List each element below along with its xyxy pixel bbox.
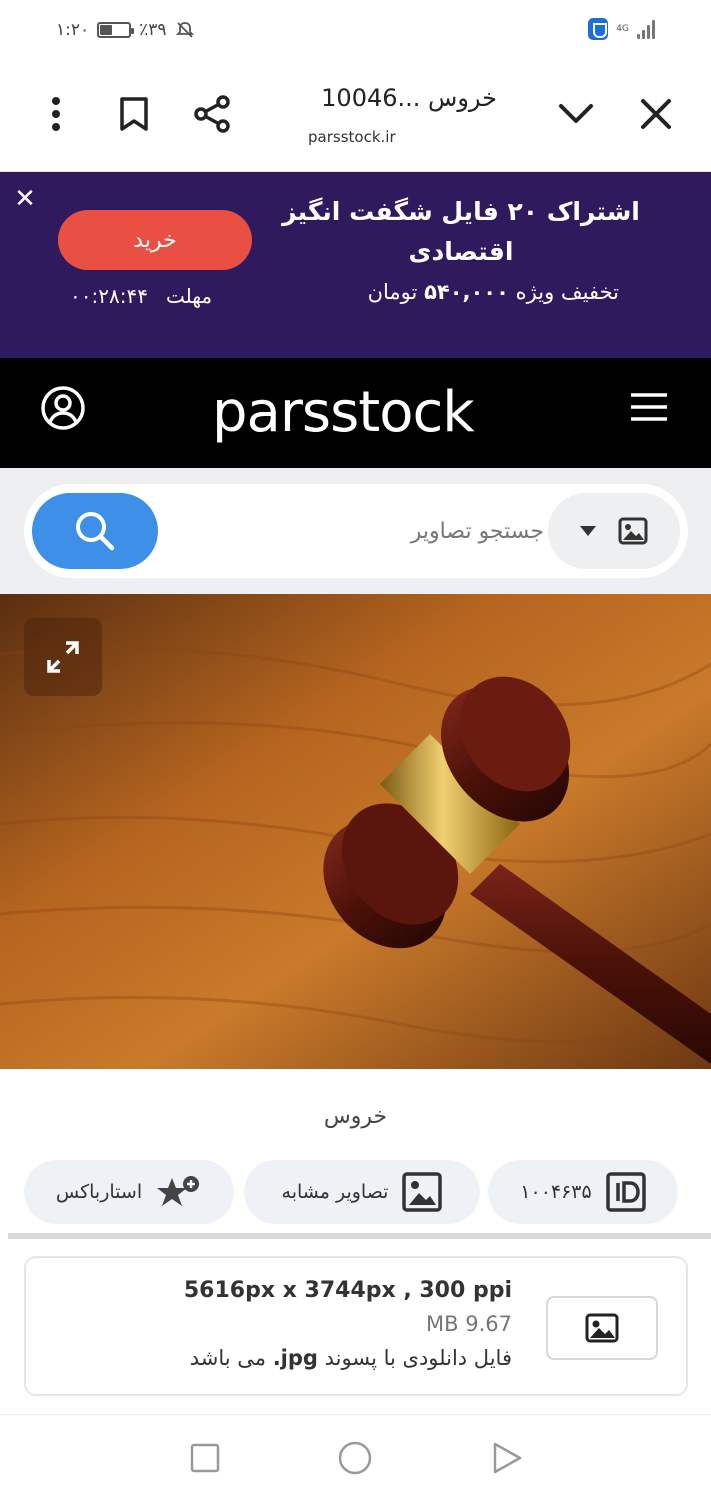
image-id-chip: ۱۰۰۴۶۳۵ xyxy=(488,1160,678,1224)
image-icon xyxy=(585,1313,619,1343)
share-icon[interactable] xyxy=(190,92,234,136)
battery-percent: ٪۳۹ xyxy=(139,20,167,40)
promo-price-unit: تومان xyxy=(367,280,418,304)
status-bar: ۱:۲۰ ٪۳۹ 4G xyxy=(0,0,711,62)
starbox-label: استارباکس xyxy=(55,1181,143,1203)
star-plus-icon xyxy=(157,1176,200,1206)
status-left: ۱:۲۰ ٪۳۹ xyxy=(56,20,195,40)
status-right: 4G xyxy=(588,18,655,40)
expand-icon[interactable] xyxy=(24,618,102,696)
close-icon[interactable] xyxy=(634,92,678,136)
starbox-button[interactable]: استارباکس xyxy=(24,1160,234,1224)
hamburger-menu-icon[interactable] xyxy=(631,392,667,422)
system-nav-bar xyxy=(0,1414,711,1500)
download-option-button[interactable] xyxy=(546,1296,658,1360)
status-time: ۱:۲۰ xyxy=(56,20,90,40)
image-title: خروس xyxy=(323,1104,388,1129)
promo-banner: ✕ اشتراک ۲۰ فایل شگفت انگیز اقتصادی خرید… xyxy=(0,172,711,358)
file-size: MB 9.67 xyxy=(426,1312,512,1336)
vpn-shield-icon xyxy=(588,18,609,40)
file-ext-value: jpg. xyxy=(272,1346,318,1370)
user-account-icon[interactable] xyxy=(40,385,86,431)
buy-button[interactable]: خرید xyxy=(58,210,252,270)
site-header: parsstock xyxy=(0,358,711,468)
file-ext-after: می باشد xyxy=(189,1346,266,1370)
battery-fill xyxy=(100,25,112,35)
stock-photo[interactable] xyxy=(0,594,711,1069)
battery-icon xyxy=(97,22,135,38)
bell-off-icon xyxy=(175,22,194,38)
file-info-card: 5616px x 3744px , 300 ppi MB 9.67 فایل د… xyxy=(24,1256,688,1396)
file-extension-text: فایل دانلودی با پسوند jpg. می باشد xyxy=(190,1346,512,1370)
search-icon xyxy=(76,512,115,551)
promo-price-value: ۵۴۰,۰۰۰ xyxy=(424,280,509,304)
more-menu-icon[interactable] xyxy=(34,92,78,136)
page-url[interactable]: parsstock.ir xyxy=(308,128,396,146)
image-icon xyxy=(402,1172,443,1212)
promo-price: تخفیف ویژه ۵۴۰,۰۰۰ تومان xyxy=(368,280,619,304)
home-icon[interactable] xyxy=(336,1439,374,1477)
recents-icon[interactable] xyxy=(186,1439,224,1477)
id-icon xyxy=(605,1172,646,1212)
deadline-label: مهلت xyxy=(165,284,213,308)
browser-toolbar: خروس ...10046 parsstock.ir xyxy=(0,62,711,172)
section-divider xyxy=(8,1233,711,1239)
image-id-value: ۱۰۰۴۶۳۵ xyxy=(520,1181,592,1203)
promo-deadline: ۰۰:۲۸:۴۴ مهلت xyxy=(70,284,212,308)
signal-icon xyxy=(637,19,655,39)
page-title: خروس ...10046 xyxy=(321,84,497,112)
back-icon[interactable] xyxy=(488,1439,526,1477)
chevron-down-icon[interactable] xyxy=(554,92,598,136)
image-icon xyxy=(618,517,648,545)
search-button[interactable] xyxy=(32,493,158,569)
promo-close-icon[interactable]: ✕ xyxy=(12,186,38,212)
gavel-photo xyxy=(0,594,711,1069)
promo-title: اشتراک ۲۰ فایل شگفت انگیز اقتصادی xyxy=(282,197,640,266)
network-type: 4G xyxy=(616,23,629,34)
search-box xyxy=(24,484,688,578)
search-type-select[interactable] xyxy=(548,493,680,569)
bookmark-icon[interactable] xyxy=(112,92,156,136)
similar-images-button[interactable]: تصاویر مشابه xyxy=(244,1160,480,1224)
similar-images-label: تصاویر مشابه xyxy=(281,1181,389,1203)
file-ext-before: فایل دانلودی با پسوند xyxy=(324,1346,512,1370)
file-dimensions: 5616px x 3744px , 300 ppi xyxy=(183,1278,512,1303)
site-logo[interactable]: parsstock xyxy=(212,380,475,445)
caret-down-icon xyxy=(580,526,596,536)
search-input[interactable] xyxy=(174,506,544,556)
countdown-timer: ۰۰:۲۸:۴۴ xyxy=(70,284,148,308)
search-area xyxy=(0,468,711,594)
promo-price-prefix: تخفیف ویژه xyxy=(515,280,619,304)
